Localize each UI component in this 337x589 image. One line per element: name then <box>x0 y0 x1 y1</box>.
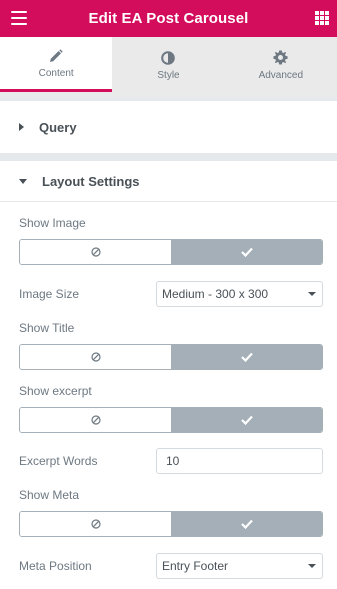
caret-right-icon <box>19 123 24 131</box>
excerpt-words-value: 10 <box>166 454 180 468</box>
excerpt-words-label: Excerpt Words <box>19 454 98 468</box>
panel-tabs: Content Style Advanced <box>0 37 337 92</box>
tab-style-label: Style <box>157 69 180 81</box>
caret-down-icon <box>19 178 27 184</box>
ban-icon <box>90 247 101 257</box>
tab-advanced-label: Advanced <box>258 69 304 81</box>
chevron-down-icon <box>308 564 316 568</box>
show-title-label: Show Title <box>19 321 75 335</box>
ban-icon <box>90 352 101 362</box>
show-meta-switcher[interactable] <box>19 511 323 537</box>
half-circle-icon <box>161 49 176 67</box>
show-image-label: Show Image <box>19 216 86 230</box>
image-size-value: Medium - 300 x 300 <box>162 287 269 301</box>
show-excerpt-label: Show excerpt <box>19 384 92 398</box>
tab-content-label: Content <box>38 68 74 79</box>
show-meta-off-option[interactable] <box>20 512 171 536</box>
show-meta-on-option[interactable] <box>171 512 322 536</box>
show-title-on-option[interactable] <box>171 345 322 369</box>
hamburger-menu-icon[interactable] <box>11 11 27 25</box>
show-excerpt-off-option[interactable] <box>20 408 171 432</box>
excerpt-words-row: Excerpt Words 10 <box>19 448 323 474</box>
show-title-switcher[interactable] <box>19 344 323 370</box>
tab-advanced[interactable]: Advanced <box>225 37 337 92</box>
divider <box>0 153 337 161</box>
show-image-off-option[interactable] <box>20 240 171 264</box>
tab-style[interactable]: Style <box>112 37 224 92</box>
check-icon <box>240 352 253 362</box>
tab-content[interactable]: Content <box>0 37 113 92</box>
check-icon <box>240 415 253 425</box>
show-meta-label: Show Meta <box>19 488 80 502</box>
layout-settings-body: Show Image Image Size Medium - 300 x 300… <box>0 201 337 589</box>
meta-position-value: Entry Footer <box>162 559 229 573</box>
pencil-icon <box>49 47 63 65</box>
show-title-off-option[interactable] <box>20 345 171 369</box>
section-query-title: Query <box>39 119 77 135</box>
gear-icon <box>273 49 288 67</box>
show-excerpt-on-option[interactable] <box>171 408 322 432</box>
divider <box>0 92 337 101</box>
section-layout-header[interactable]: Layout Settings <box>0 161 337 201</box>
show-image-on-option[interactable] <box>171 240 322 264</box>
meta-position-select[interactable]: Entry Footer <box>156 553 323 579</box>
meta-position-row: Meta Position Entry Footer <box>19 553 323 579</box>
editor-header: Edit EA Post Carousel <box>0 0 337 37</box>
ban-icon <box>90 415 101 425</box>
ban-icon <box>90 519 101 529</box>
apps-grid-icon[interactable] <box>315 11 329 25</box>
image-size-row: Image Size Medium - 300 x 300 <box>19 281 323 307</box>
chevron-down-icon <box>308 292 316 296</box>
excerpt-words-input[interactable]: 10 <box>156 448 323 474</box>
section-query-header[interactable]: Query <box>0 101 337 153</box>
check-icon <box>240 519 253 529</box>
image-size-select[interactable]: Medium - 300 x 300 <box>156 281 323 307</box>
check-icon <box>240 247 253 257</box>
meta-position-label: Meta Position <box>19 559 92 573</box>
show-excerpt-switcher[interactable] <box>19 407 323 433</box>
image-size-label: Image Size <box>19 287 80 301</box>
panel-title: Edit EA Post Carousel <box>88 10 249 27</box>
section-layout-title: Layout Settings <box>42 173 140 189</box>
show-image-switcher[interactable] <box>19 239 323 265</box>
